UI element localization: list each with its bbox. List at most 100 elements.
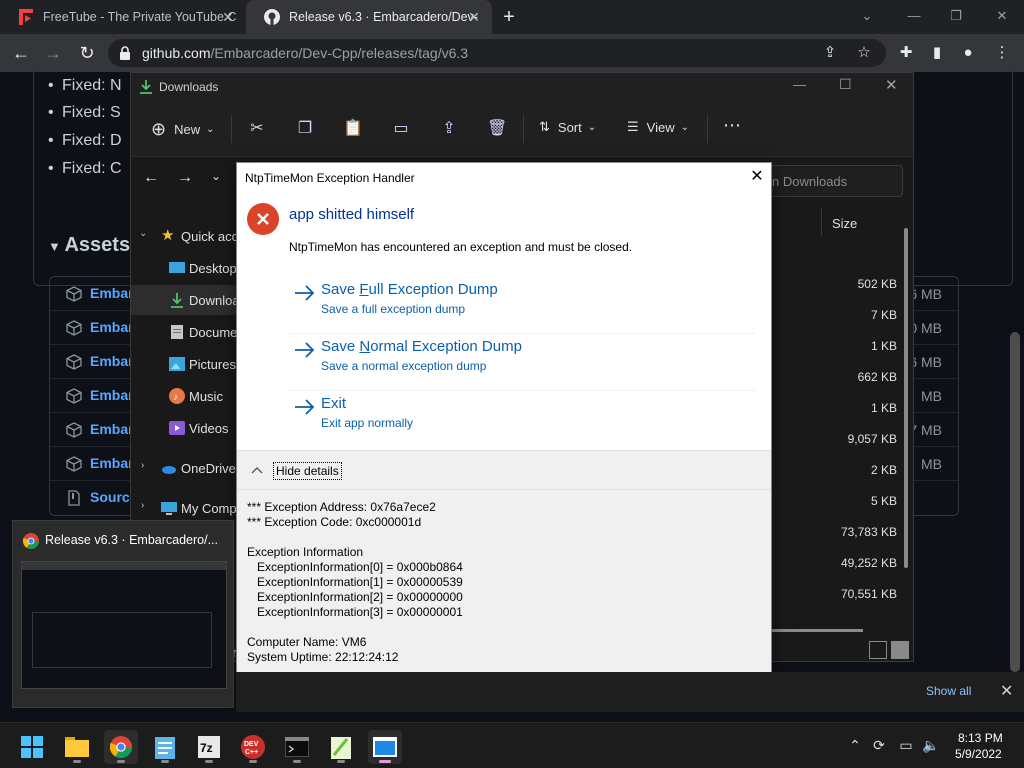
package-icon: [66, 286, 82, 302]
cut-icon[interactable]: ✂: [247, 119, 267, 139]
chevron-down-icon[interactable]: ⌄: [855, 6, 879, 26]
taskbar-thumbnail[interactable]: Release v6.3 · Embarcadero/...: [12, 520, 234, 708]
asset-link[interactable]: Embar: [90, 421, 134, 437]
chevron-up-icon[interactable]: [251, 464, 263, 476]
notepad-icon: [155, 737, 175, 759]
show-all-link[interactable]: Show all: [926, 684, 971, 698]
rename-icon[interactable]: ▭: [391, 119, 411, 139]
dialog-title: NtpTimeMon Exception Handler: [245, 171, 415, 185]
restore-icon[interactable]: ❐: [944, 6, 968, 26]
save-full-dump-button[interactable]: Save Full Exception Dump Save a full exc…: [293, 281, 753, 329]
more-options-icon[interactable]: ⋯: [723, 115, 741, 136]
app-window-icon: [373, 737, 397, 757]
asset-size: 7 MB: [909, 422, 942, 438]
volume-icon[interactable]: 🔈: [922, 736, 940, 754]
devcpp-icon: DEVC++: [241, 735, 265, 759]
close-icon[interactable]: ✕: [466, 9, 482, 25]
svg-text:DEV: DEV: [244, 741, 259, 748]
lock-icon: [120, 46, 130, 60]
new-tab-button[interactable]: +: [499, 7, 519, 27]
minimize-icon[interactable]: —: [793, 77, 806, 92]
back-icon[interactable]: ←: [143, 169, 159, 187]
assets-heading[interactable]: ▼ Assets: [48, 234, 130, 257]
back-icon[interactable]: ←: [10, 42, 32, 64]
asset-link[interactable]: Embar: [90, 387, 134, 403]
close-icon[interactable]: ✕: [1000, 681, 1013, 701]
minimize-icon[interactable]: —: [902, 6, 926, 26]
profile-icon[interactable]: ●: [958, 43, 978, 63]
taskbar-notepadpp[interactable]: [324, 730, 358, 764]
tab-freetube[interactable]: FreeTube - The Private YouTube C ✕: [0, 0, 246, 34]
running-indicator: [249, 760, 257, 763]
nav-item-pictures[interactable]: Pictures: [131, 349, 241, 379]
taskbar-file-explorer[interactable]: [60, 730, 94, 764]
divider: [523, 115, 524, 143]
taskbar-terminal[interactable]: [280, 730, 314, 764]
detail-line: Exception Information: [247, 545, 364, 559]
search-input[interactable]: n Downloads: [751, 165, 903, 197]
nav-item-quick-access[interactable]: ⌄ ★ Quick acce: [131, 221, 245, 251]
chrome-tab-strip: FreeTube - The Private YouTube C ✕ Relea…: [0, 0, 1024, 34]
close-window-icon[interactable]: ✕: [990, 6, 1014, 26]
nav-item-my-computer[interactable]: › My Comp: [131, 493, 241, 523]
taskbar-chrome[interactable]: [104, 730, 138, 764]
chevron-down-icon[interactable]: ⌄: [211, 169, 221, 183]
clock-time[interactable]: 8:13 PM: [958, 731, 1003, 745]
start-button[interactable]: [15, 730, 49, 764]
taskbar-notepad[interactable]: [148, 730, 182, 764]
taskbar-7zip[interactable]: 7z: [192, 730, 226, 764]
share-icon[interactable]: ⇪: [439, 119, 459, 139]
tiles-view-icon[interactable]: [891, 641, 909, 659]
column-header-size[interactable]: Size: [821, 208, 911, 236]
asset-link[interactable]: Embar: [90, 353, 134, 369]
paste-icon[interactable]: 📋: [343, 119, 363, 139]
sync-icon[interactable]: ⟳: [870, 736, 888, 754]
divider: [707, 115, 708, 143]
exit-button[interactable]: Exit Exit app normally: [293, 395, 753, 443]
file-zip-icon: [68, 490, 80, 506]
close-icon[interactable]: ✕: [747, 167, 767, 187]
asset-link[interactable]: Embar: [90, 319, 134, 335]
nav-item-videos[interactable]: Videos: [131, 413, 241, 443]
details-view-icon[interactable]: [869, 641, 887, 659]
nav-item-downloads[interactable]: Downloa: [131, 285, 241, 315]
save-normal-dump-button[interactable]: Save Normal Exception Dump Save a normal…: [293, 338, 753, 386]
close-icon[interactable]: ✕: [220, 9, 236, 25]
divider: [289, 390, 755, 391]
reload-icon[interactable]: ↻: [76, 42, 98, 64]
forward-icon[interactable]: →: [177, 169, 193, 187]
nav-item-desktop[interactable]: Desktop: [131, 253, 241, 283]
download-icon: [140, 80, 152, 94]
sort-button[interactable]: ⇅ Sort ⌄: [539, 119, 596, 135]
nav-item-music[interactable]: ♪ Music: [131, 381, 241, 411]
active-indicator: [379, 760, 391, 763]
package-icon: [66, 456, 82, 472]
extensions-icon[interactable]: ✚: [896, 43, 916, 63]
page-scrollbar[interactable]: [1010, 332, 1020, 672]
asset-link[interactable]: Embar: [90, 285, 134, 301]
close-icon[interactable]: ✕: [885, 76, 898, 94]
clock-date[interactable]: 5/9/2022: [955, 747, 1002, 761]
vertical-scrollbar[interactable]: [904, 228, 908, 568]
taskbar-devcpp[interactable]: DEV C++: [236, 730, 270, 764]
chevron-up-icon[interactable]: ⌃: [846, 736, 864, 754]
asset-link[interactable]: Embar: [90, 455, 134, 471]
file-size: 1 KB: [870, 339, 897, 353]
maximize-icon[interactable]: ☐: [839, 76, 852, 93]
tab-release[interactable]: Release v6.3 · Embarcadero/Dev- ✕: [246, 0, 492, 34]
forward-icon[interactable]: →: [42, 42, 64, 64]
delete-icon[interactable]: 🗑: [487, 119, 507, 139]
menu-icon[interactable]: ⋮: [992, 43, 1012, 63]
new-button[interactable]: ⊕ New ⌄: [151, 119, 215, 140]
nav-item-onedrive[interactable]: › OneDrive: [131, 453, 241, 483]
taskbar-ntptimemon[interactable]: [368, 730, 402, 764]
view-button[interactable]: ☰ View ⌄: [627, 119, 689, 135]
star-icon[interactable]: ☆: [854, 43, 874, 63]
share-icon[interactable]: ⇪: [820, 43, 840, 63]
sidebar-icon[interactable]: ▮: [927, 43, 947, 63]
nav-item-documents[interactable]: Documen: [131, 317, 245, 347]
hide-details-button[interactable]: Hide details: [273, 462, 342, 480]
window-title: Downloads: [159, 80, 219, 94]
copy-icon[interactable]: ❐: [295, 119, 315, 139]
display-icon[interactable]: ▭: [897, 736, 915, 754]
